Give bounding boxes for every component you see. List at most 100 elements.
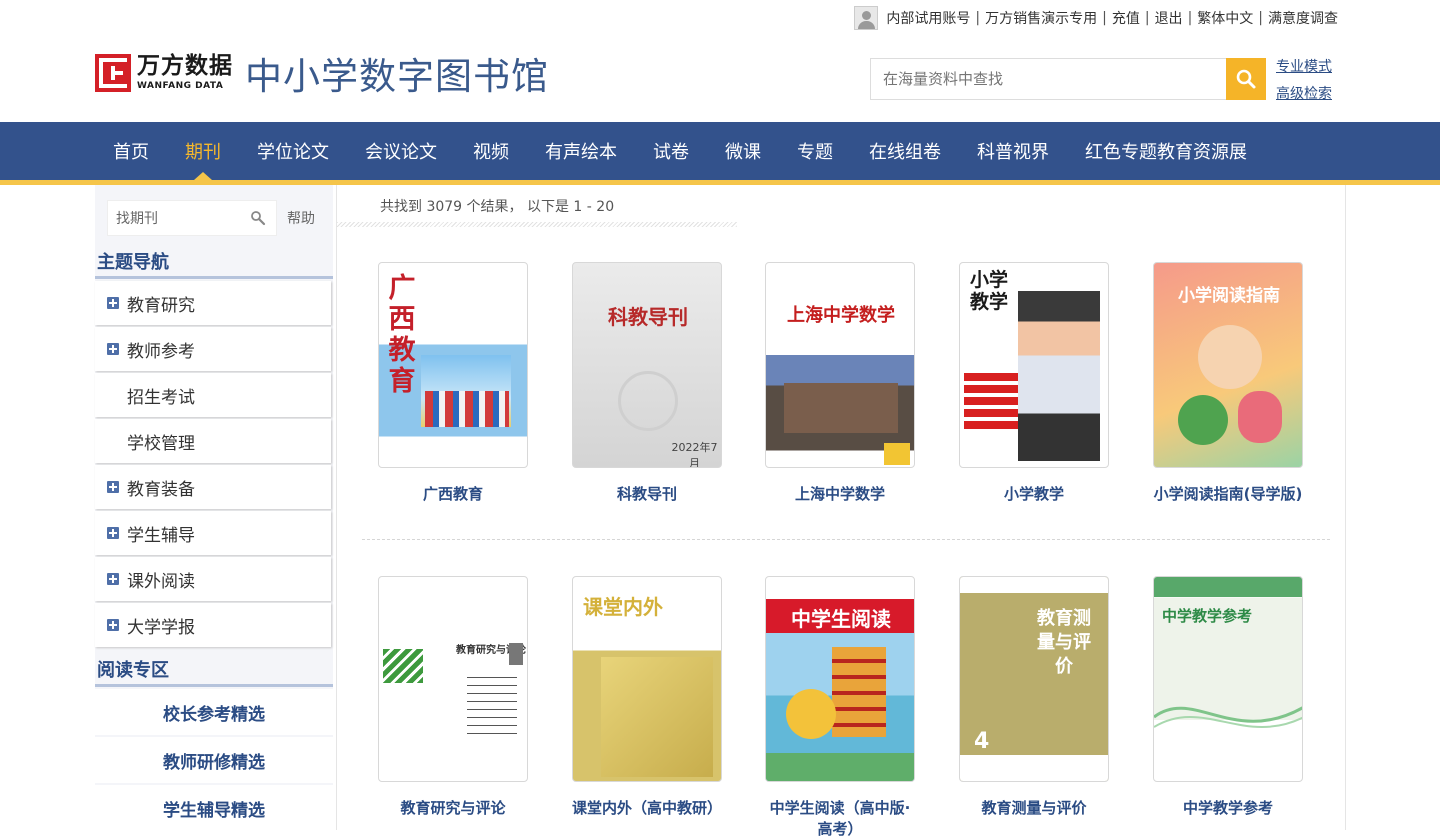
category-label: 招生考试 <box>127 387 195 408</box>
journal-card[interactable]: 科教导刊 2022年7月 科教导刊 <box>572 262 722 505</box>
cover-title: 课堂内外 <box>583 595 663 619</box>
cover-title: 科教导刊 <box>608 305 688 329</box>
cover-title: 小学阅读指南 <box>1178 286 1280 306</box>
category-university-journals[interactable]: 大学学报 <box>95 603 331 647</box>
journal-search-input[interactable]: 找期刊 <box>107 200 277 236</box>
category-label: 教育研究 <box>127 295 195 316</box>
cover-title: 小学教学 <box>969 269 1008 313</box>
reading-principal-selection[interactable]: 校长参考精选 <box>95 689 333 735</box>
nav-audio-picture-books[interactable]: 有声绘本 <box>527 122 635 180</box>
journal-name[interactable]: 广西教育 <box>378 484 528 505</box>
journal-card[interactable]: 教育研究与评论 教育研究与评论 <box>378 576 528 819</box>
journal-card[interactable]: 中学教学参考 中学教学参考 <box>1153 576 1303 819</box>
nav-conference-papers[interactable]: 会议论文 <box>347 122 455 180</box>
journal-card[interactable]: 中学生阅读 中学生阅读（高中版·高考） <box>765 576 915 840</box>
journal-name[interactable]: 中学生阅读（高中版·高考） <box>765 798 915 840</box>
recharge-link[interactable]: 充值 <box>1112 8 1140 28</box>
category-admissions-exams[interactable]: 招生考试 <box>95 373 331 417</box>
category-student-tutoring[interactable]: 学生辅导 <box>95 511 331 555</box>
category-label: 课外阅读 <box>127 571 195 592</box>
journal-search-placeholder: 找期刊 <box>116 211 158 227</box>
category-extracurricular-reading[interactable]: 课外阅读 <box>95 557 331 601</box>
demo-account-link[interactable]: 万方销售演示专用 <box>985 8 1097 28</box>
journal-cover[interactable]: 教育测量与评价 4 <box>959 576 1109 782</box>
journal-name[interactable]: 中学教学参考 <box>1153 798 1303 819</box>
journal-cover[interactable]: 上海中学数学 <box>765 262 915 468</box>
nav-theses[interactable]: 学位论文 <box>239 122 347 180</box>
satisfaction-survey-link[interactable]: 满意度调查 <box>1268 8 1338 28</box>
header: 内部试用账号 | 万方销售演示专用 | 充值 | 退出 | 繁体中文 | 满意度调查 万方… <box>0 0 1440 122</box>
traditional-chinese-link[interactable]: 繁体中文 <box>1197 8 1253 28</box>
journal-cover[interactable]: 广西教育 <box>378 262 528 468</box>
search-mode-links: 专业模式 高级检索 <box>1276 56 1332 103</box>
nav-red-education[interactable]: 红色专题教育资源展 <box>1067 122 1265 180</box>
cover-title: 广西教育 <box>388 273 416 397</box>
reading-student-selection[interactable]: 学生辅导精选 <box>95 785 333 831</box>
result-divider <box>337 222 737 227</box>
journal-name[interactable]: 小学阅读指南(导学版) <box>1153 484 1303 505</box>
expand-plus-icon[interactable] <box>107 619 119 631</box>
category-education-research[interactable]: 教育研究 <box>95 281 331 325</box>
journal-card[interactable]: 广西教育 广西教育 <box>378 262 528 505</box>
category-label: 大学学报 <box>127 617 195 638</box>
logout-link[interactable]: 退出 <box>1155 8 1183 28</box>
brand-name-cn: 万方数据 <box>137 53 233 79</box>
nav-videos[interactable]: 视频 <box>455 122 527 180</box>
cover-title: 中学生阅读 <box>791 607 891 631</box>
cover-title: 中学教学参考 <box>1162 607 1253 625</box>
expand-plus-icon[interactable] <box>107 343 119 355</box>
category-school-management[interactable]: 学校管理 <box>95 419 331 463</box>
journal-card[interactable]: 上海中学数学 上海中学数学 <box>765 262 915 505</box>
journal-cover[interactable]: 小学阅读指南 <box>1153 262 1303 468</box>
topic-nav-title: 主题导航 <box>95 251 333 279</box>
journal-cover[interactable]: 小学教学 <box>959 262 1109 468</box>
cover-title: 教育测量与评价 <box>1037 608 1091 677</box>
nav-exam-papers[interactable]: 试卷 <box>635 122 707 180</box>
nav-journals[interactable]: 期刊 <box>167 122 239 180</box>
result-summary: 共找到 3079 个结果， 以下是 1 - 20 <box>380 199 615 215</box>
journal-cover[interactable]: 课堂内外 <box>572 576 722 782</box>
category-teacher-reference[interactable]: 教师参考 <box>95 327 331 371</box>
reading-teacher-selection[interactable]: 教师研修精选 <box>95 737 333 783</box>
pro-mode-link[interactable]: 专业模式 <box>1276 56 1332 76</box>
nav-topics[interactable]: 专题 <box>779 122 851 180</box>
category-label: 教育装备 <box>127 479 195 500</box>
category-education-equipment[interactable]: 教育装备 <box>95 465 331 509</box>
nav-micro-lessons[interactable]: 微课 <box>707 122 779 180</box>
results-panel: 共找到 3079 个结果， 以下是 1 - 20 广西教育 广西教育 科教导刊 … <box>336 185 1346 838</box>
journal-name[interactable]: 教育研究与评论 <box>378 798 528 819</box>
journal-card[interactable]: 课堂内外 课堂内外（高中教研） <box>572 576 722 819</box>
journal-card[interactable]: 小学教学 小学教学 <box>959 262 1109 505</box>
expand-plus-icon[interactable] <box>107 527 119 539</box>
journal-cover[interactable]: 中学生阅读 <box>765 576 915 782</box>
nav-online-exam-builder[interactable]: 在线组卷 <box>851 122 959 180</box>
advanced-search-link[interactable]: 高级检索 <box>1276 83 1332 103</box>
expand-plus-icon[interactable] <box>107 297 119 309</box>
search-input[interactable] <box>870 58 1226 100</box>
reading-zone-title: 阅读专区 <box>95 659 333 687</box>
sidebar: 找期刊 帮助 主题导航 教育研究 教师参考 招生考试 学校管理 教育装备 学生辅… <box>95 185 333 831</box>
search-button[interactable] <box>1226 58 1266 100</box>
user-avatar-icon <box>854 6 879 30</box>
journal-name[interactable]: 上海中学数学 <box>765 484 915 505</box>
search-bar <box>870 58 1266 100</box>
journal-name[interactable]: 课堂内外（高中教研） <box>572 798 722 819</box>
journal-cover[interactable]: 中学教学参考 <box>1153 576 1303 782</box>
site-title: 中小学数字图书馆 <box>245 55 549 98</box>
expand-plus-icon[interactable] <box>107 481 119 493</box>
account-link[interactable]: 内部试用账号 <box>886 8 970 28</box>
journal-name[interactable]: 科教导刊 <box>572 484 722 505</box>
journal-cover[interactable]: 科教导刊 2022年7月 <box>572 262 722 468</box>
help-link[interactable]: 帮助 <box>287 208 315 228</box>
journal-name[interactable]: 教育测量与评价 <box>959 798 1109 819</box>
search-icon[interactable] <box>250 210 266 226</box>
journal-card[interactable]: 小学阅读指南 小学阅读指南(导学版) <box>1153 262 1303 505</box>
category-label: 教师参考 <box>127 341 195 362</box>
journal-cover[interactable]: 教育研究与评论 <box>378 576 528 782</box>
nav-home[interactable]: 首页 <box>95 122 167 180</box>
journal-card[interactable]: 教育测量与评价 4 教育测量与评价 <box>959 576 1109 819</box>
site-logo[interactable]: 万方数据 WANFANG DATA 中小学数字图书馆 <box>95 46 549 100</box>
journal-name[interactable]: 小学教学 <box>959 484 1109 505</box>
nav-science-vision[interactable]: 科普视界 <box>959 122 1067 180</box>
expand-plus-icon[interactable] <box>107 573 119 585</box>
